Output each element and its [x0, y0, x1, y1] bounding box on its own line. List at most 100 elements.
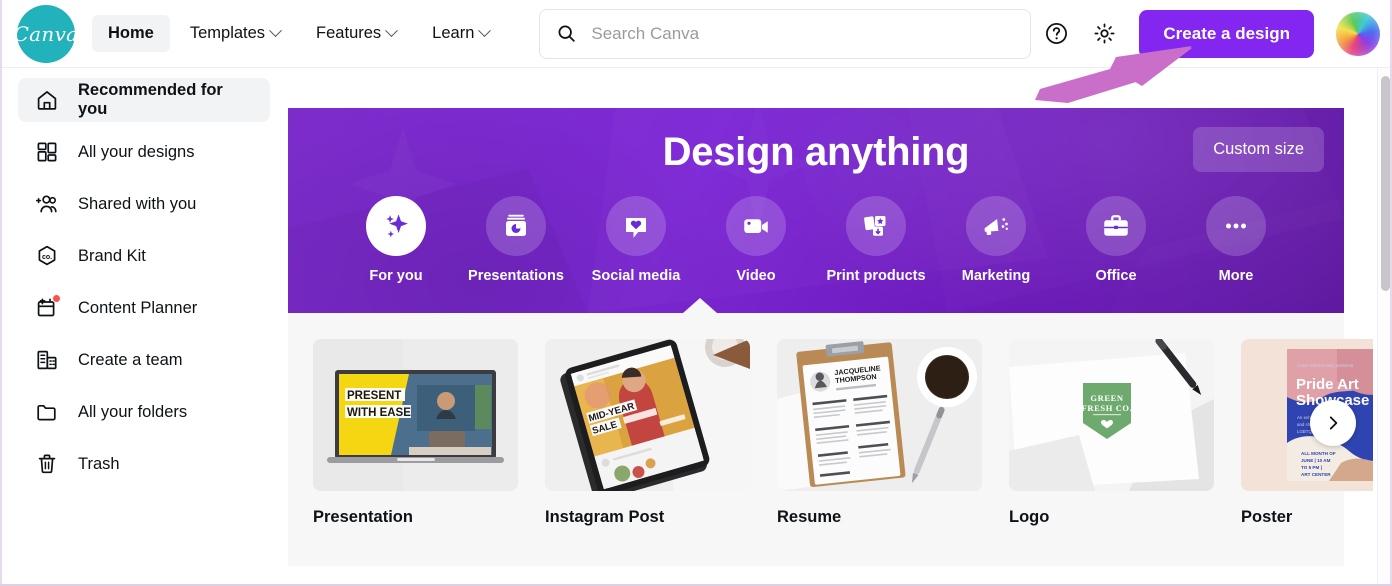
sidebar-label: Create a team [78, 350, 183, 369]
nav-item-templates[interactable]: Templates [174, 15, 296, 52]
create-a-design-button[interactable]: Create a design [1139, 9, 1314, 58]
video-camera-icon [726, 196, 786, 256]
template-thumbnail: MID-YEAR SALE [545, 339, 750, 491]
category-tab-more[interactable]: More [1180, 196, 1292, 284]
help-button[interactable] [1039, 17, 1073, 51]
category-tab-video[interactable]: Video [700, 196, 812, 284]
chevron-right-icon [1329, 416, 1338, 430]
chevron-down-icon [269, 24, 282, 38]
svg-text:WITH EASE: WITH EASE [347, 407, 411, 419]
sparkle-icon [366, 196, 426, 256]
home-icon [34, 87, 60, 113]
template-card-presentation[interactable]: PRESENT WITH EASE Presentation [313, 339, 518, 527]
category-tab-for-you[interactable]: For you [340, 196, 452, 284]
chevron-down-icon [478, 24, 492, 38]
search-input[interactable] [591, 23, 1015, 44]
category-tab-social-media[interactable]: Social media [580, 196, 692, 284]
template-label: Instagram Post [545, 508, 665, 526]
search-icon [558, 25, 576, 42]
building-icon [34, 347, 60, 373]
svg-text:Pride Art: Pride Art [1296, 376, 1359, 393]
notification-badge [52, 294, 61, 303]
svg-text:co.: co. [42, 254, 52, 261]
template-card-instagram-post[interactable]: MID-YEAR SALE Instagram Post [545, 339, 750, 527]
search-bar[interactable] [539, 8, 1032, 59]
custom-size-button[interactable]: Custom size [1193, 127, 1324, 172]
template-label: Logo [1009, 508, 1050, 526]
category-label: For you [369, 268, 423, 284]
category-label: Presentations [468, 268, 564, 284]
category-label: Office [1095, 268, 1137, 284]
svg-text:JUNE | 10 AM: JUNE | 10 AM [1301, 458, 1331, 463]
template-label: Presentation [313, 508, 413, 526]
ellipsis-icon [1206, 196, 1266, 256]
next-templates-button[interactable] [1310, 400, 1356, 446]
nav-label-learn: Learn [432, 24, 475, 42]
category-label: Marketing [961, 268, 1031, 284]
brand-hexagon-icon: co. [34, 243, 60, 269]
primary-nav: Home Templates Features Learn [92, 15, 505, 52]
canva-logo-text: Canva [14, 4, 78, 63]
svg-text:TO 5 PM |: TO 5 PM | [1301, 465, 1322, 470]
main-content: Design anything Custom size For you Pres… [288, 68, 1373, 586]
svg-text:PRESENT: PRESENT [347, 390, 401, 402]
briefcase-icon [1086, 196, 1146, 256]
svg-text:FRESH CO.: FRESH CO. [1082, 403, 1133, 413]
top-header-bar: Canva Home Templates Features Learn Sear… [0, 0, 1392, 68]
sidebar-item-shared-with-you[interactable]: Shared with you [18, 182, 270, 226]
nav-item-learn[interactable]: Learn [416, 15, 505, 52]
nav-item-features[interactable]: Features [300, 15, 412, 52]
nav-item-home[interactable]: Home [92, 15, 170, 52]
user-avatar[interactable] [1336, 11, 1380, 56]
category-label: Video [736, 268, 776, 284]
sidebar-item-brand-kit[interactable]: co. Brand Kit [18, 234, 270, 278]
category-label: Social media [591, 268, 681, 284]
sidebar-label: Trash [78, 454, 120, 473]
sidebar-label: Shared with you [78, 194, 197, 213]
nav-label-features: Features [316, 24, 382, 42]
sidebar-item-all-your-folders[interactable]: All your folders [18, 390, 270, 434]
category-tab-presentations[interactable]: Presentations [460, 196, 572, 284]
template-thumbnail: JACQUELINE THOMPSON [777, 339, 982, 491]
category-tab-office[interactable]: Office [1060, 196, 1172, 284]
scrollbar-thumb[interactable] [1381, 76, 1390, 291]
template-label: Resume [777, 508, 842, 526]
sidebar-label: Brand Kit [78, 246, 146, 265]
sidebar-item-content-planner[interactable]: Content Planner [18, 286, 270, 330]
sidebar-label: Content Planner [78, 298, 198, 317]
sidebar-item-all-your-designs[interactable]: All your designs [18, 130, 270, 174]
design-anything-banner: Design anything Custom size For you Pres… [288, 108, 1344, 313]
question-circle-icon [1045, 23, 1067, 44]
template-thumbnail: GREEN FRESH CO. [1009, 339, 1214, 491]
nav-label-home: Home [108, 24, 154, 42]
nav-label-templates: Templates [189, 24, 266, 42]
svg-text:Calvin Elementary presents: Calvin Elementary presents [1297, 363, 1354, 368]
gear-icon [1094, 23, 1115, 44]
template-card-resume[interactable]: JACQUELINE THOMPSON Resume [777, 339, 982, 527]
sidebar-item-recommended-for-you[interactable]: Recommended for you [18, 78, 270, 122]
sidebar-label: All your folders [78, 402, 188, 421]
sidebar-label: Recommended for you [78, 81, 223, 118]
heart-bubble-icon [606, 196, 666, 256]
category-tab-print-products[interactable]: Print products [820, 196, 932, 284]
category-tab-marketing[interactable]: Marketing [940, 196, 1052, 284]
template-label: Poster [1241, 508, 1293, 526]
sidebar-label: All your designs [78, 142, 195, 161]
template-card-logo[interactable]: GREEN FRESH CO. Logo [1009, 339, 1214, 527]
active-tab-pointer [683, 298, 717, 313]
category-label: Print products [826, 268, 926, 284]
page-border-left [0, 0, 2, 586]
left-sidebar: Recommended for you All your designs Sha… [0, 68, 288, 586]
sidebar-item-create-a-team[interactable]: Create a team [18, 338, 270, 382]
megaphone-icon [966, 196, 1026, 256]
sidebar-item-trash[interactable]: Trash [18, 442, 270, 486]
canva-logo[interactable]: Canva [0, 4, 92, 63]
svg-text:ALL MONTH OF: ALL MONTH OF [1301, 451, 1336, 456]
presentation-chart-icon [486, 196, 546, 256]
category-tabs: For you Presentations Social media Video… [288, 196, 1344, 284]
header-actions: Create a design [1039, 9, 1392, 58]
template-thumbnail: PRESENT WITH EASE [313, 339, 518, 491]
settings-button[interactable] [1087, 17, 1121, 51]
banner-title: Design anything [662, 130, 970, 174]
add-people-icon [34, 191, 60, 217]
